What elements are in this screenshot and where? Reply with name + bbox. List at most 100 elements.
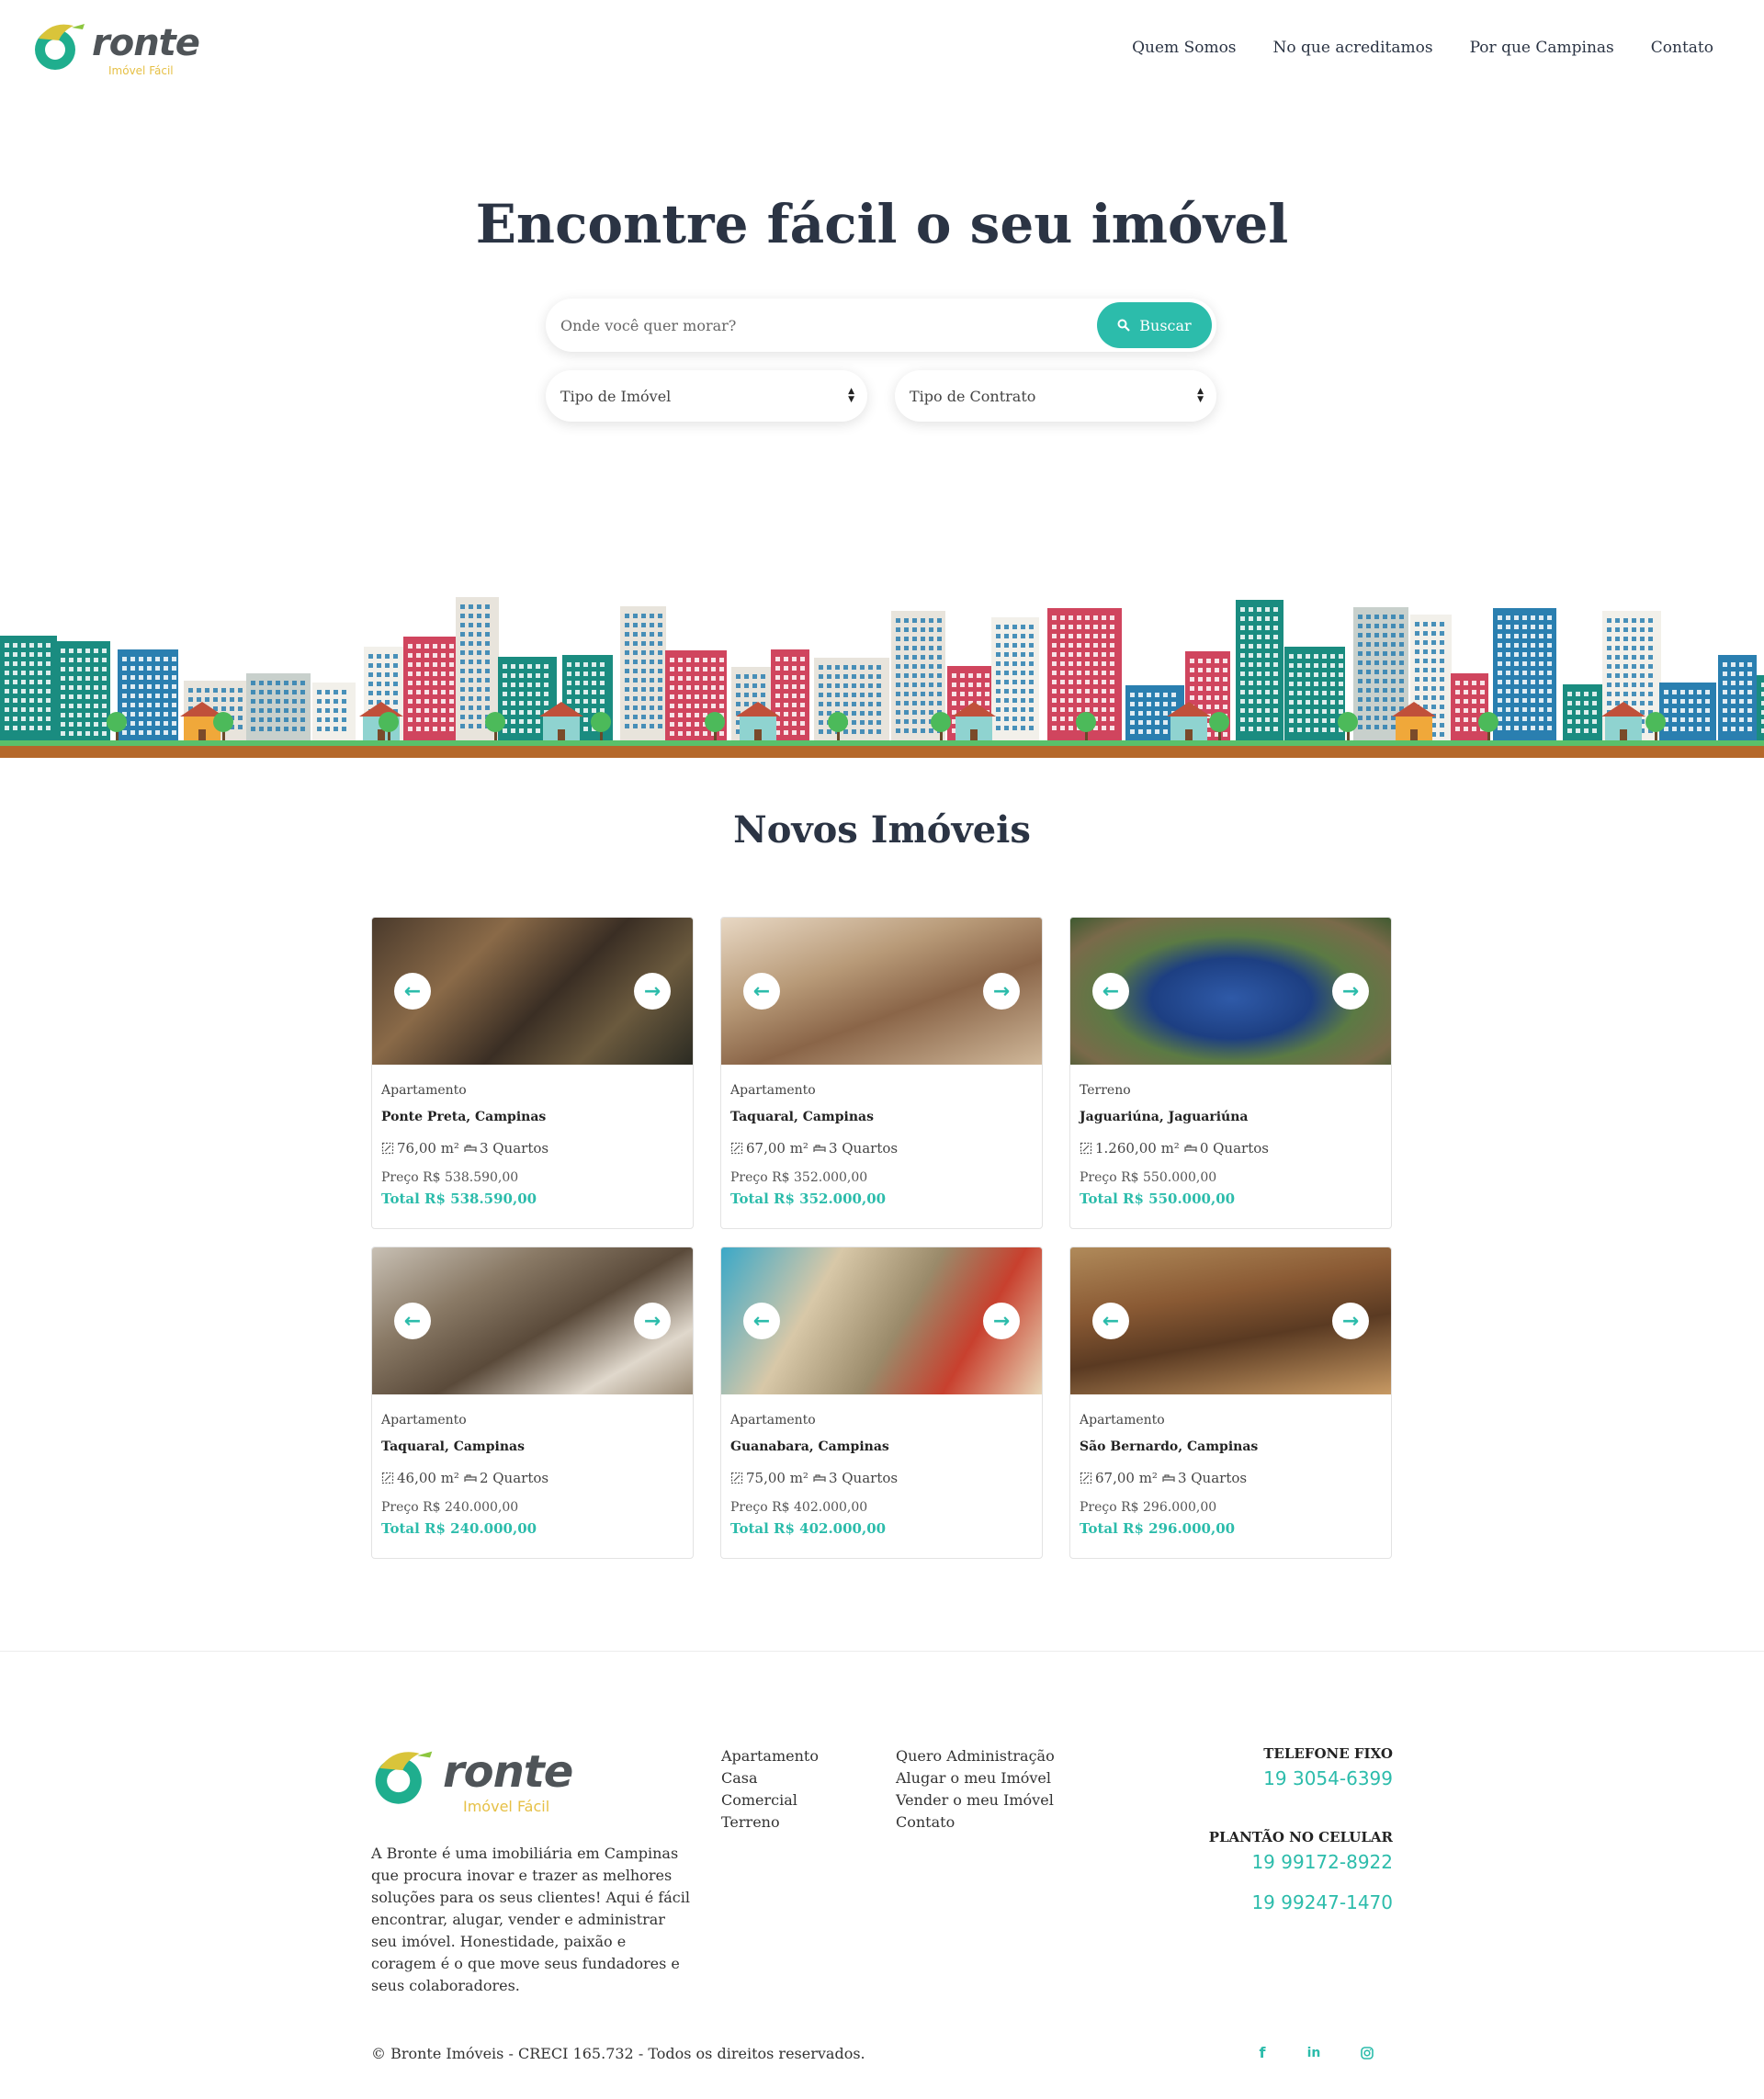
nav-contato[interactable]: Contato bbox=[1651, 39, 1713, 57]
listing-features: 76,00 m² 3 Quartos bbox=[381, 1140, 548, 1157]
arrow-left-icon: ← bbox=[1102, 1309, 1120, 1333]
search-icon bbox=[1117, 319, 1131, 332]
listing-card[interactable]: ← → Apartamento Ponte Preta, Campinas 76,00 … bbox=[371, 917, 694, 1229]
area-icon bbox=[381, 1142, 394, 1155]
bed-icon bbox=[464, 1145, 477, 1152]
copyright: © Bronte Imóveis - CRECI 165.732 - Todos… bbox=[371, 2045, 865, 2062]
listing-area: 46,00 m² bbox=[397, 1470, 459, 1486]
footer-property-links: Apartamento Casa Comercial Terreno bbox=[721, 1745, 819, 1834]
listing-area: 67,00 m² bbox=[746, 1140, 808, 1157]
listing-location[interactable]: Guanabara, Campinas bbox=[730, 1439, 889, 1454]
main-nav: Quem Somos No que acreditamos Por que Ca… bbox=[1132, 39, 1713, 57]
carousel-prev-button[interactable]: ← bbox=[743, 973, 780, 1010]
phone-number[interactable]: 19 3054-6399 bbox=[1263, 1767, 1393, 1789]
listing-location[interactable]: Taquaral, Campinas bbox=[730, 1110, 874, 1124]
arrow-right-icon: → bbox=[992, 1309, 1011, 1333]
contract-type-select-value: Tipo de Contrato bbox=[910, 387, 1036, 405]
area-icon bbox=[1080, 1472, 1092, 1484]
contract-type-select[interactable]: Tipo de Contrato ▲ ▼ bbox=[895, 370, 1216, 422]
footer-mobile-block: PLANTÃO NO CELULAR 19 99172-8922 19 9924… bbox=[1209, 1829, 1393, 1913]
carousel-next-button[interactable]: → bbox=[1332, 1303, 1369, 1339]
carousel-prev-button[interactable]: ← bbox=[394, 973, 431, 1010]
bed-icon bbox=[813, 1145, 826, 1152]
listing-price: Preço R$ 296.000,00 bbox=[1080, 1500, 1217, 1515]
bed-icon bbox=[464, 1474, 477, 1482]
listing-location[interactable]: Ponte Preta, Campinas bbox=[381, 1110, 546, 1124]
mobile-number-1[interactable]: 19 99172-8922 bbox=[1209, 1851, 1393, 1873]
footer-link-apartamento[interactable]: Apartamento bbox=[721, 1745, 819, 1767]
carousel-next-button[interactable]: → bbox=[983, 973, 1020, 1010]
listing-rooms: 3 Quartos bbox=[828, 1140, 899, 1157]
carousel-next-button[interactable]: → bbox=[1332, 973, 1369, 1010]
listing-type: Terreno bbox=[1080, 1083, 1131, 1098]
mobile-label: PLANTÃO NO CELULAR bbox=[1208, 1829, 1393, 1845]
listing-rooms: 0 Quartos bbox=[1199, 1140, 1269, 1157]
phone-label: TELEFONE FIXO bbox=[1263, 1745, 1393, 1762]
listing-total: Total R$ 296.000,00 bbox=[1080, 1520, 1236, 1537]
nav-no-que-acreditamos[interactable]: No que acreditamos bbox=[1273, 39, 1433, 57]
search-button[interactable]: Buscar bbox=[1097, 302, 1212, 348]
listing-area: 67,00 m² bbox=[1095, 1470, 1158, 1486]
listing-type: Apartamento bbox=[730, 1413, 816, 1428]
carousel-prev-button[interactable]: ← bbox=[394, 1303, 431, 1339]
footer-link-vender[interactable]: Vender o meu Imóvel bbox=[896, 1789, 1055, 1811]
search-bar: Buscar bbox=[546, 299, 1216, 352]
listing-card[interactable]: ← → Apartamento Guanabara, Campinas 75,00 m²… bbox=[720, 1247, 1043, 1559]
listing-features: 67,00 m² 3 Quartos bbox=[1080, 1470, 1247, 1486]
section-title: Novos Imóveis bbox=[733, 808, 1031, 852]
bed-icon bbox=[1162, 1474, 1175, 1482]
listing-total: Total R$ 550.000,00 bbox=[1080, 1191, 1236, 1207]
carousel-prev-button[interactable]: ← bbox=[1092, 973, 1129, 1010]
area-icon bbox=[730, 1142, 743, 1155]
footer-link-terreno[interactable]: Terreno bbox=[721, 1811, 819, 1834]
listing-total: Total R$ 538.590,00 bbox=[381, 1191, 537, 1207]
listing-rooms: 3 Quartos bbox=[1177, 1470, 1248, 1486]
facebook-icon[interactable]: f bbox=[1252, 2043, 1272, 2063]
listing-area: 1.260,00 m² bbox=[1095, 1140, 1180, 1157]
carousel-next-button[interactable]: → bbox=[983, 1303, 1020, 1339]
area-icon bbox=[730, 1472, 743, 1484]
nav-por-que-campinas[interactable]: Por que Campinas bbox=[1470, 39, 1614, 57]
logo-wordmark: ronte bbox=[92, 22, 200, 64]
search-input[interactable] bbox=[560, 299, 1075, 352]
footer-link-comercial[interactable]: Comercial bbox=[721, 1789, 819, 1811]
listing-location[interactable]: Jaguariúna, Jaguariúna bbox=[1080, 1110, 1248, 1124]
footer-link-alugar[interactable]: Alugar o meu Imóvel bbox=[896, 1767, 1055, 1789]
listing-location[interactable]: Taquaral, Campinas bbox=[381, 1439, 525, 1454]
carousel-next-button[interactable]: → bbox=[634, 973, 671, 1010]
listing-location[interactable]: São Bernardo, Campinas bbox=[1080, 1439, 1258, 1454]
footer-link-administracao[interactable]: Quero Administração bbox=[896, 1745, 1055, 1767]
footer-divider bbox=[0, 1651, 1764, 1652]
listing-card[interactable]: ← → Apartamento Taquaral, Campinas 67,00 m² 3… bbox=[720, 917, 1043, 1229]
instagram-icon[interactable] bbox=[1357, 2043, 1377, 2063]
arrow-right-icon: → bbox=[1341, 979, 1360, 1003]
linkedin-icon[interactable]: in bbox=[1304, 2043, 1324, 2063]
logo-wordmark: ronte bbox=[443, 1746, 573, 1798]
footer-link-contato[interactable]: Contato bbox=[896, 1811, 1055, 1834]
listing-area: 75,00 m² bbox=[746, 1470, 808, 1486]
mobile-number-2[interactable]: 19 99247-1470 bbox=[1209, 1891, 1393, 1913]
logo[interactable]: ronte Imóvel Fácil bbox=[31, 15, 200, 79]
area-icon bbox=[381, 1472, 394, 1484]
arrow-left-icon: ← bbox=[403, 979, 422, 1003]
carousel-prev-button[interactable]: ← bbox=[1092, 1303, 1129, 1339]
listing-features: 75,00 m² 3 Quartos bbox=[730, 1470, 898, 1486]
nav-quem-somos[interactable]: Quem Somos bbox=[1132, 39, 1236, 57]
footer-description: A Bronte é uma imobiliária em Campinas q… bbox=[371, 1845, 690, 1994]
listing-total: Total R$ 352.000,00 bbox=[730, 1191, 887, 1207]
listing-card[interactable]: ← → Apartamento Taquaral, Campinas 46,00 m² 2… bbox=[371, 1247, 694, 1559]
listing-price: Preço R$ 538.590,00 bbox=[381, 1170, 519, 1185]
listing-features: 1.260,00 m² 0 Quartos bbox=[1080, 1140, 1269, 1157]
footer-link-casa[interactable]: Casa bbox=[721, 1767, 819, 1789]
listing-card[interactable]: ← → Apartamento São Bernardo, Campinas 67,00… bbox=[1069, 1247, 1392, 1559]
footer-phone-block: TELEFONE FIXO 19 3054-6399 bbox=[1263, 1745, 1393, 1789]
footer-logo[interactable]: ronte Imóvel Fácil bbox=[371, 1741, 573, 1815]
carousel-next-button[interactable]: → bbox=[634, 1303, 671, 1339]
search-button-label: Buscar bbox=[1139, 316, 1192, 334]
property-type-select[interactable]: Tipo de Imóvel ▲ ▼ bbox=[546, 370, 867, 422]
city-skyline-illustration bbox=[0, 597, 1764, 758]
arrow-right-icon: → bbox=[643, 1309, 662, 1333]
listing-total: Total R$ 402.000,00 bbox=[730, 1520, 887, 1537]
listing-card[interactable]: ← → Terreno Jaguariúna, Jaguariúna 1.260,00 … bbox=[1069, 917, 1392, 1229]
carousel-prev-button[interactable]: ← bbox=[743, 1303, 780, 1339]
